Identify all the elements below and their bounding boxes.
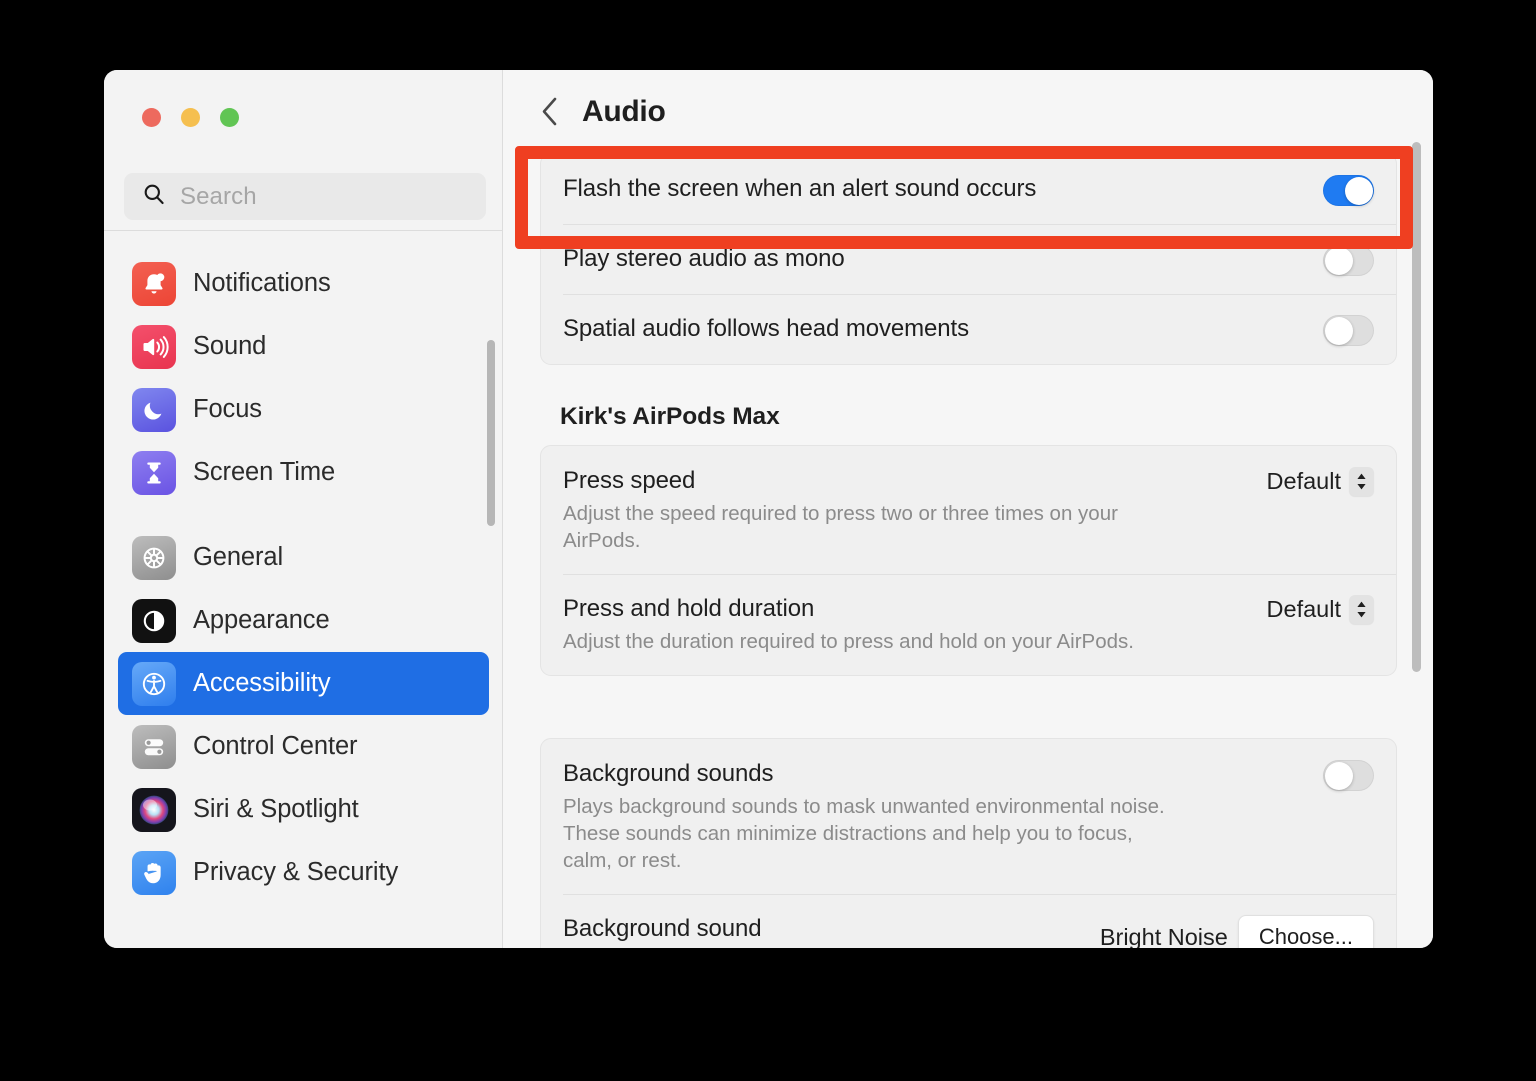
- minimize-button[interactable]: [181, 108, 200, 127]
- sidebar-item-focus[interactable]: Focus: [118, 378, 489, 441]
- background-sounds-card: Background sounds Plays background sound…: [540, 738, 1397, 948]
- sidebar-item-accessibility[interactable]: Accessibility: [118, 652, 489, 715]
- row-description: Adjust the speed required to press two o…: [563, 500, 1183, 554]
- row-title: Background sounds: [563, 759, 1323, 789]
- press-and-hold-duration-popup[interactable]: Default: [1267, 595, 1374, 624]
- popup-value: Default: [1267, 596, 1341, 623]
- background-sound-value: Bright Noise: [1100, 924, 1228, 949]
- chevron-up-down-icon: [1349, 595, 1374, 624]
- toggle-knob: [1345, 177, 1373, 205]
- background-sounds-toggle[interactable]: [1323, 760, 1374, 791]
- general-icon: [132, 536, 176, 580]
- siri-spotlight-icon: [132, 788, 176, 832]
- search-input[interactable]: Search: [124, 173, 486, 220]
- chevron-left-icon: [540, 96, 559, 127]
- sidebar-item-label: Notifications: [193, 269, 331, 298]
- background-sounds-row[interactable]: Background sounds Plays background sound…: [541, 739, 1396, 894]
- detail-scrollbar[interactable]: [1412, 142, 1421, 672]
- toggle-knob: [1325, 762, 1353, 790]
- popup-value: Default: [1267, 468, 1341, 495]
- sidebar-scroll-area[interactable]: Notifications Sound: [104, 231, 503, 948]
- chevron-up-down-icon: [1349, 467, 1374, 496]
- press-speed-popup[interactable]: Default: [1267, 467, 1374, 496]
- spatial-audio-toggle[interactable]: [1323, 315, 1374, 346]
- sidebar-item-general[interactable]: General: [118, 526, 489, 589]
- spatial-audio-row[interactable]: Spatial audio follows head movements: [541, 294, 1396, 364]
- sidebar-item-label: Control Center: [193, 732, 357, 761]
- sidebar-item-label: General: [193, 543, 283, 572]
- back-button[interactable]: [536, 95, 562, 129]
- sidebar-item-siri-spotlight[interactable]: Siri & Spotlight: [118, 778, 489, 841]
- detail-pane: Audio Flash the screen when an alert sou…: [503, 70, 1433, 948]
- zoom-button[interactable]: [220, 108, 239, 127]
- row-title: Press and hold duration: [563, 594, 1267, 624]
- sidebar-group-1: Notifications Sound: [104, 252, 503, 504]
- sidebar-item-sound[interactable]: Sound: [118, 315, 489, 378]
- section-spacer: [540, 676, 1397, 738]
- sidebar-scrollbar[interactable]: [487, 340, 495, 526]
- sidebar-clipped-top: [104, 231, 503, 252]
- audio-options-card: Flash the screen when an alert sound occ…: [540, 153, 1397, 365]
- press-speed-row[interactable]: Press speed Adjust the speed required to…: [541, 446, 1396, 574]
- press-and-hold-duration-row[interactable]: Press and hold duration Adjust the durat…: [541, 574, 1396, 675]
- flash-screen-toggle[interactable]: [1323, 175, 1374, 206]
- close-button[interactable]: [142, 108, 161, 127]
- sound-icon: [132, 325, 176, 369]
- row-title: Spatial audio follows head movements: [563, 314, 1323, 344]
- privacy-security-icon: [132, 851, 176, 895]
- row-title: Press speed: [563, 466, 1267, 496]
- sidebar-item-label: Sound: [193, 332, 266, 361]
- window-controls: [142, 108, 239, 127]
- sidebar-item-label: Appearance: [193, 606, 330, 635]
- sidebar-group-2: General Appearance: [104, 526, 503, 904]
- toggle-knob: [1325, 247, 1353, 275]
- sidebar-item-privacy-security[interactable]: Privacy & Security: [118, 841, 489, 904]
- accessibility-icon: [132, 662, 176, 706]
- appearance-icon: [132, 599, 176, 643]
- sidebar-item-label: Focus: [193, 395, 262, 424]
- control-center-icon: [132, 725, 176, 769]
- sidebar-item-label: Accessibility: [193, 669, 331, 698]
- airpods-section-heading: Kirk's AirPods Max: [560, 403, 1397, 431]
- sidebar-item-notifications[interactable]: Notifications: [118, 252, 489, 315]
- play-stereo-as-mono-row[interactable]: Play stereo audio as mono: [541, 224, 1396, 294]
- sidebar-item-appearance[interactable]: Appearance: [118, 589, 489, 652]
- search-icon: [142, 182, 166, 211]
- sidebar-group-separator: [104, 504, 503, 526]
- row-title: Play stereo audio as mono: [563, 244, 1323, 274]
- screen-time-icon: [132, 451, 176, 495]
- row-description: Adjust the duration required to press an…: [563, 628, 1183, 655]
- detail-header: Audio: [503, 70, 1433, 153]
- page-title: Audio: [582, 95, 665, 129]
- row-description: Plays background sounds to mask unwanted…: [563, 793, 1183, 874]
- background-sound-row[interactable]: Background sound Bright Noise Choose...: [541, 894, 1396, 948]
- sidebar-item-label: Privacy & Security: [193, 858, 398, 887]
- row-title: Flash the screen when an alert sound occ…: [563, 174, 1323, 204]
- flash-screen-row[interactable]: Flash the screen when an alert sound occ…: [541, 154, 1396, 224]
- sidebar-item-label: Siri & Spotlight: [193, 795, 359, 824]
- row-title: Background sound: [563, 914, 1100, 944]
- sidebar-item-screen-time[interactable]: Screen Time: [118, 441, 489, 504]
- focus-icon: [132, 388, 176, 432]
- play-stereo-as-mono-toggle[interactable]: [1323, 245, 1374, 276]
- notifications-icon: [132, 262, 176, 306]
- toggle-knob: [1325, 317, 1353, 345]
- sidebar-item-label: Screen Time: [193, 458, 335, 487]
- sidebar-item-control-center[interactable]: Control Center: [118, 715, 489, 778]
- sidebar: Search Notifications: [104, 70, 503, 948]
- search-placeholder: Search: [180, 183, 257, 211]
- airpods-card: Press speed Adjust the speed required to…: [540, 445, 1397, 676]
- detail-scroll-area[interactable]: Flash the screen when an alert sound occ…: [503, 153, 1433, 948]
- system-settings-window: Search Notifications: [104, 70, 1433, 948]
- choose-button[interactable]: Choose...: [1238, 915, 1374, 948]
